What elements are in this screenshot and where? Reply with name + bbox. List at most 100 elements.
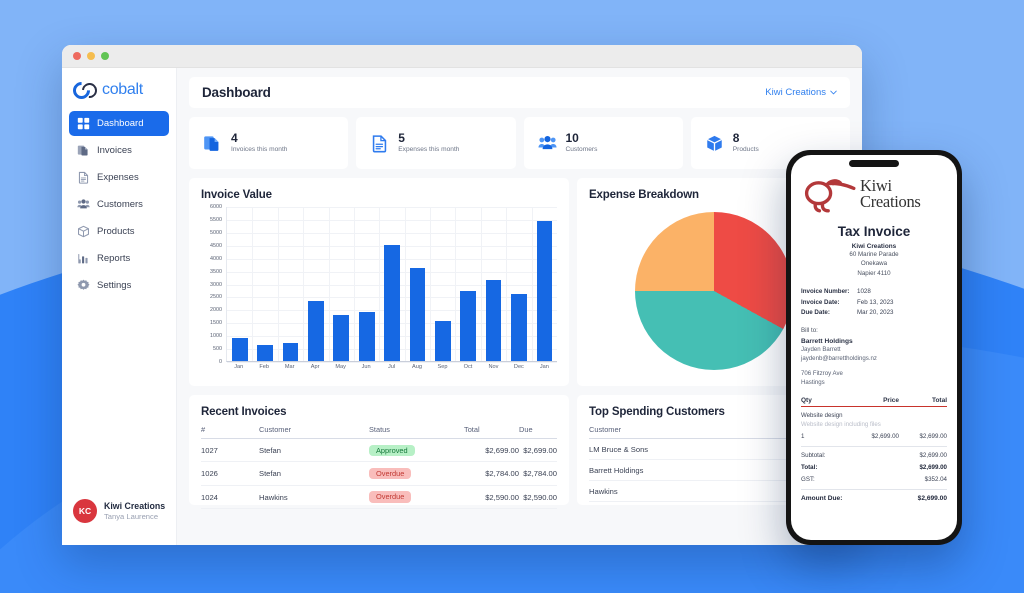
cell-total: $2,699.00 [464, 438, 519, 463]
sidebar-user-profile[interactable]: KC Kiwi Creations Tanya Laurence [62, 489, 176, 545]
column-header-customer: Customer [259, 425, 369, 439]
meta-key: Invoice Date: [801, 298, 840, 306]
chart-bar[interactable] [231, 337, 248, 361]
app-logo[interactable]: cobalt [62, 68, 176, 109]
window-minimize-button[interactable] [87, 52, 95, 60]
chart-bar[interactable] [511, 294, 527, 361]
chart-bar[interactable] [282, 343, 299, 361]
total-value: $2,699.00 [919, 451, 947, 459]
chart-x-tick-label: Jan [234, 364, 244, 370]
content-topbar: Dashboard Kiwi Creations [189, 77, 850, 108]
stat-card-customers[interactable]: 10 Customers [523, 117, 683, 169]
chart-bar[interactable] [308, 300, 324, 361]
chart-bar-column[interactable] [329, 207, 354, 361]
meta-key: Invoice Number: [801, 287, 850, 295]
chart-x-tick-label: Jun [361, 364, 371, 370]
chart-bar-column[interactable] [379, 207, 404, 361]
gear-icon [77, 279, 90, 290]
amount-due-key: Amount Due: [801, 494, 843, 502]
window-close-button[interactable] [73, 52, 81, 60]
chart-bar[interactable] [434, 321, 451, 361]
chart-bar-column[interactable] [354, 207, 379, 361]
chart-bar[interactable] [257, 345, 273, 361]
chevron-down-icon [830, 90, 837, 95]
bill-to-email: jaydenb@barrettholdings.nz [801, 355, 877, 363]
total-key: GST: [801, 475, 815, 483]
sidebar-item-invoices[interactable]: Invoices [69, 138, 169, 163]
chart-bar-column[interactable] [227, 207, 252, 361]
invoice-item-row: 1 $2,699.00 $2,699.00 [801, 433, 947, 447]
expense-breakdown-pie-chart [634, 212, 793, 370]
sidebar-item-settings[interactable]: Settings [69, 273, 169, 298]
window-maximize-button[interactable] [101, 52, 109, 60]
chart-bar[interactable] [409, 268, 426, 361]
user-org-name: Kiwi Creations [104, 500, 166, 511]
chart-x-tick-label: May [335, 364, 346, 370]
people-icon [77, 199, 90, 209]
chart-bar-column[interactable] [405, 207, 430, 361]
chart-y-tick-label: 3500 [210, 268, 222, 275]
brand-name-line2: Creations [860, 192, 921, 211]
sidebar-item-reports[interactable]: Reports [69, 246, 169, 271]
cell-total: $2,590.00 [464, 485, 519, 510]
invoice-meta: Invoice Number: 1028 Invoice Date: Feb 1… [801, 287, 947, 319]
user-person-name: Tanya Laurence [104, 511, 159, 521]
chart-bar-column[interactable] [456, 207, 481, 361]
table-row[interactable]: 1027 Stefan Approved $2,699.00 $2,699.00 [201, 438, 557, 463]
invoice-amount-due-row: Amount Due: $2,699.00 [801, 488, 947, 502]
sidebar-item-products[interactable]: Products [69, 219, 169, 244]
chart-bar[interactable] [358, 312, 375, 361]
brand-name: Kiwi Creations [860, 177, 921, 211]
table-row[interactable]: 1026 Stefan Overdue $2,784.00 $2,784.00 [201, 461, 557, 486]
meta-value: 1028 [857, 287, 871, 295]
sidebar-item-label: Customers [97, 199, 143, 210]
invoice-total-row: Total: $2,699.00 [801, 464, 947, 471]
chart-bar-column[interactable] [532, 207, 557, 361]
chart-bar-column[interactable] [252, 207, 277, 361]
amount-due-value: $2,699.00 [917, 494, 947, 502]
chart-x-tick-label: Oct [463, 364, 473, 370]
sidebar-item-dashboard[interactable]: Dashboard [69, 111, 169, 136]
chart-bar-column[interactable] [506, 207, 531, 361]
status-badge: Overdue [369, 467, 412, 480]
chart-bar-column[interactable] [303, 207, 328, 361]
bill-to-name: Barrett Holdings [801, 337, 853, 345]
chart-y-axis: 6000 5500 5000 4500 4000 3500 3000 2500 2000 1500… [201, 204, 224, 365]
table-row[interactable]: 1024 Hawkins Overdue $2,590.00 $2,590.00 [201, 485, 557, 510]
cell-due: $2,784.00 [519, 461, 557, 486]
stat-card-expenses[interactable]: 5 Expenses this month [356, 117, 516, 169]
total-value: $2,699.00 [919, 463, 947, 471]
stat-value: 10 [565, 130, 579, 145]
sidebar-item-label: Products [97, 226, 135, 237]
document-lines-icon [78, 171, 89, 184]
chart-bar[interactable] [384, 245, 400, 361]
chart-bar-column[interactable] [430, 207, 455, 361]
column-header-due: Due [519, 425, 557, 439]
cobalt-logo-icon [69, 77, 101, 103]
chart-bar[interactable] [485, 279, 502, 361]
chart-x-tick-label: Dec [513, 364, 524, 370]
chart-y-tick-label: 500 [213, 346, 222, 353]
chart-y-tick-label: 1000 [210, 333, 222, 340]
chart-bar-column[interactable] [278, 207, 303, 361]
cell-invoice-number: 1026 [201, 461, 259, 486]
cell-status: Overdue [369, 461, 464, 486]
org-selector[interactable]: Kiwi Creations [765, 87, 837, 98]
cell-invoice-number: 1027 [201, 438, 259, 463]
sidebar-item-expenses[interactable]: Expenses [69, 165, 169, 190]
stat-value: 4 [231, 130, 238, 145]
bill-to-street: 706 Fitzroy Ave [801, 369, 843, 377]
sidebar-item-customers[interactable]: Customers [69, 192, 169, 217]
chart-bar[interactable] [460, 291, 477, 361]
chart-bar[interactable] [536, 220, 553, 361]
stat-cards-row: 4 Invoices this month 5 Expenses this mo… [189, 117, 850, 169]
chart-bar[interactable] [333, 314, 350, 361]
items-column-qty: Qty [801, 396, 812, 404]
chart-y-tick-label: 4000 [210, 255, 222, 262]
bill-to-city: Hastings [801, 379, 825, 387]
stat-card-invoices[interactable]: 4 Invoices this month [189, 117, 349, 169]
chart-bar-column[interactable] [481, 207, 506, 361]
phone-screen: Kiwi Creations Tax Invoice Kiwi Creation… [791, 155, 957, 540]
chart-y-tick-label: 2000 [210, 307, 222, 314]
cell-customer: Stefan [259, 461, 369, 486]
